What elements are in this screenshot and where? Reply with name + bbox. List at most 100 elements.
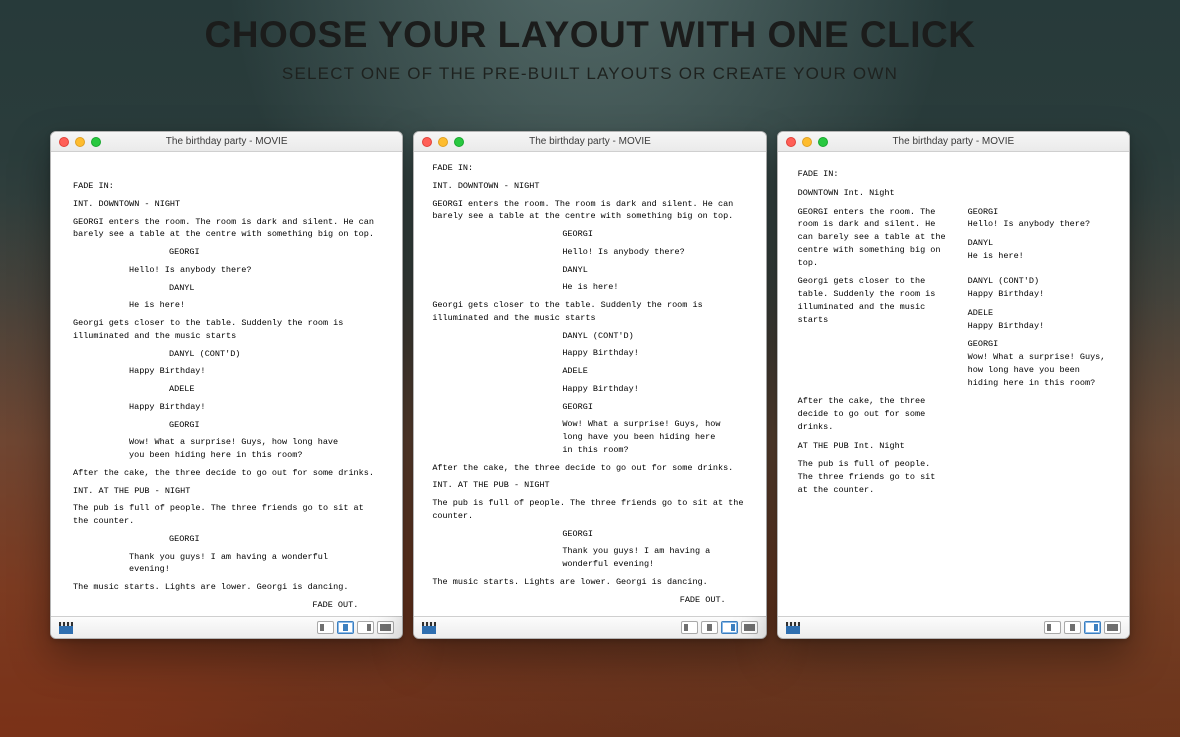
character-name: GEORGI [73,533,380,546]
traffic-lights [59,137,101,147]
fade-out: FADE OUT. [73,599,380,612]
window-layout-b: The birthday party - MOVIE .layout-b .ch… [413,131,766,639]
action-text: Georgi gets closer to the table. Suddenl… [432,299,747,325]
dialogue: He is here! [968,250,1109,263]
minimize-icon[interactable] [438,137,448,147]
dialogue: He is here! [73,299,380,312]
zoom-icon[interactable] [818,137,828,147]
dialogue: Wow! What a surprise! Guys, how long hav… [432,418,747,456]
layout-option-4-button[interactable] [377,621,394,634]
hero-title: CHOOSE YOUR LAYOUT WITH ONE CLICK [0,14,1180,56]
action-text: GEORGI enters the room. The room is dark… [432,198,747,224]
close-icon[interactable] [422,137,432,147]
titlebar[interactable]: The birthday party - MOVIE [414,132,765,152]
clapperboard-icon[interactable] [59,622,73,634]
layout-option-1-button[interactable] [317,621,334,634]
action-text: GEORGI enters the room. The room is dark… [73,216,380,242]
character-name: DANYL (CONT'D) [968,275,1109,288]
character-name: GEORGI [432,528,747,541]
scene-heading: AT THE PUB Int. Night [798,440,948,453]
window-title: The birthday party - MOVIE [414,136,765,147]
layout-option-4-button[interactable] [741,621,758,634]
layout-toggles [1044,621,1121,634]
character-name: GEORGI [432,228,747,241]
action-text: After the cake, the three decide to go o… [798,395,948,433]
character-name: DANYL (CONT'D) [73,348,380,361]
window-title: The birthday party - MOVIE [778,136,1129,147]
dialogue-block: GEORGI Hello! Is anybody there? DANYL He… [968,206,1109,270]
character-name: GEORGI [73,246,380,259]
fade-in: FADE IN: [432,162,747,175]
scene-heading: DOWNTOWN Int. Night [798,187,948,200]
action-text: The pub is full of people. The three fri… [432,497,747,523]
fade-in: FADE IN: [73,180,380,193]
layout-option-3-button[interactable] [721,621,738,634]
titlebar[interactable]: The birthday party - MOVIE [51,132,402,152]
status-bar [414,616,765,638]
fade-in: FADE IN: [798,168,948,181]
action-text: The pub is full of people. The three fri… [798,458,948,496]
dialogue: Happy Birthday! [968,320,1109,333]
dialogue: Happy Birthday! [432,347,747,360]
dialogue: Happy Birthday! [432,383,747,396]
layout-option-2-button[interactable] [1064,621,1081,634]
status-bar [51,616,402,638]
character-name: GEORGI [73,419,380,432]
layout-option-1-button[interactable] [681,621,698,634]
minimize-icon[interactable] [75,137,85,147]
layout-option-2-button[interactable] [701,621,718,634]
layout-toggles [681,621,758,634]
layout-option-2-button[interactable] [337,621,354,634]
dialogue: Wow! What a surprise! Guys, how long hav… [968,351,1109,389]
minimize-icon[interactable] [802,137,812,147]
titlebar[interactable]: The birthday party - MOVIE [778,132,1129,152]
action-text: After the cake, the three decide to go o… [432,462,747,475]
zoom-icon[interactable] [91,137,101,147]
layout-option-3-button[interactable] [1084,621,1101,634]
action-text: Georgi gets closer to the table. Suddenl… [73,317,380,343]
status-bar [778,616,1129,638]
dialogue: Happy Birthday! [968,288,1109,301]
character-name: DANYL [968,237,1109,250]
dialogue: Hello! Is anybody there? [73,264,380,277]
script-page: .layout-b .charname{ padding-left:130px;… [414,152,765,616]
action-text: After the cake, the three decide to go o… [73,467,380,480]
layout-option-1-button[interactable] [1044,621,1061,634]
layout-option-4-button[interactable] [1104,621,1121,634]
zoom-icon[interactable] [454,137,464,147]
clapperboard-icon[interactable] [786,622,800,634]
dialogue: He is here! [432,281,747,294]
traffic-lights [786,137,828,147]
script-page: FADE IN: DOWNTOWN Int. Night GEORGI ente… [778,152,1129,513]
scene-heading: INT. AT THE PUB - NIGHT [432,479,747,492]
window-title: The birthday party - MOVIE [51,136,402,147]
action-text: GEORGI enters the room. The room is dark… [798,206,948,270]
clapperboard-icon[interactable] [422,622,436,634]
action-text: The music starts. Lights are lower. Geor… [432,576,747,589]
character-name: GEORGI [968,338,1109,351]
dialogue: Hello! Is anybody there? [432,246,747,259]
character-name: GEORGI [432,401,747,414]
scene-heading: INT. DOWNTOWN - NIGHT [432,180,747,193]
character-name: GEORGI [968,206,1109,219]
action-text: Georgi gets closer to the table. Suddenl… [798,275,948,389]
character-name: ADELE [968,307,1109,320]
character-name: DANYL [73,282,380,295]
dialogue: Happy Birthday! [73,365,380,378]
script-page: FADE IN: INT. DOWNTOWN - NIGHT GEORGI en… [51,152,402,616]
window-layout-a: The birthday party - MOVIE FADE IN: INT.… [50,131,403,639]
dialogue: Wow! What a surprise! Guys, how long hav… [73,436,380,462]
close-icon[interactable] [59,137,69,147]
layout-option-3-button[interactable] [357,621,374,634]
character-name: ADELE [432,365,747,378]
traffic-lights [422,137,464,147]
windows-row: The birthday party - MOVIE FADE IN: INT.… [0,131,1180,639]
hero-subtitle: SELECT ONE OF THE PRE-BUILT LAYOUTS OR C… [0,64,1180,84]
action-text: The music starts. Lights are lower. Geor… [73,581,380,594]
dialogue: Thank you guys! I am having a wonderful … [432,545,747,571]
scene-heading: INT. AT THE PUB - NIGHT [73,485,380,498]
character-name: DANYL [432,264,747,277]
character-name: ADELE [73,383,380,396]
dialogue: Thank you guys! I am having a wonderful … [73,551,380,577]
close-icon[interactable] [786,137,796,147]
